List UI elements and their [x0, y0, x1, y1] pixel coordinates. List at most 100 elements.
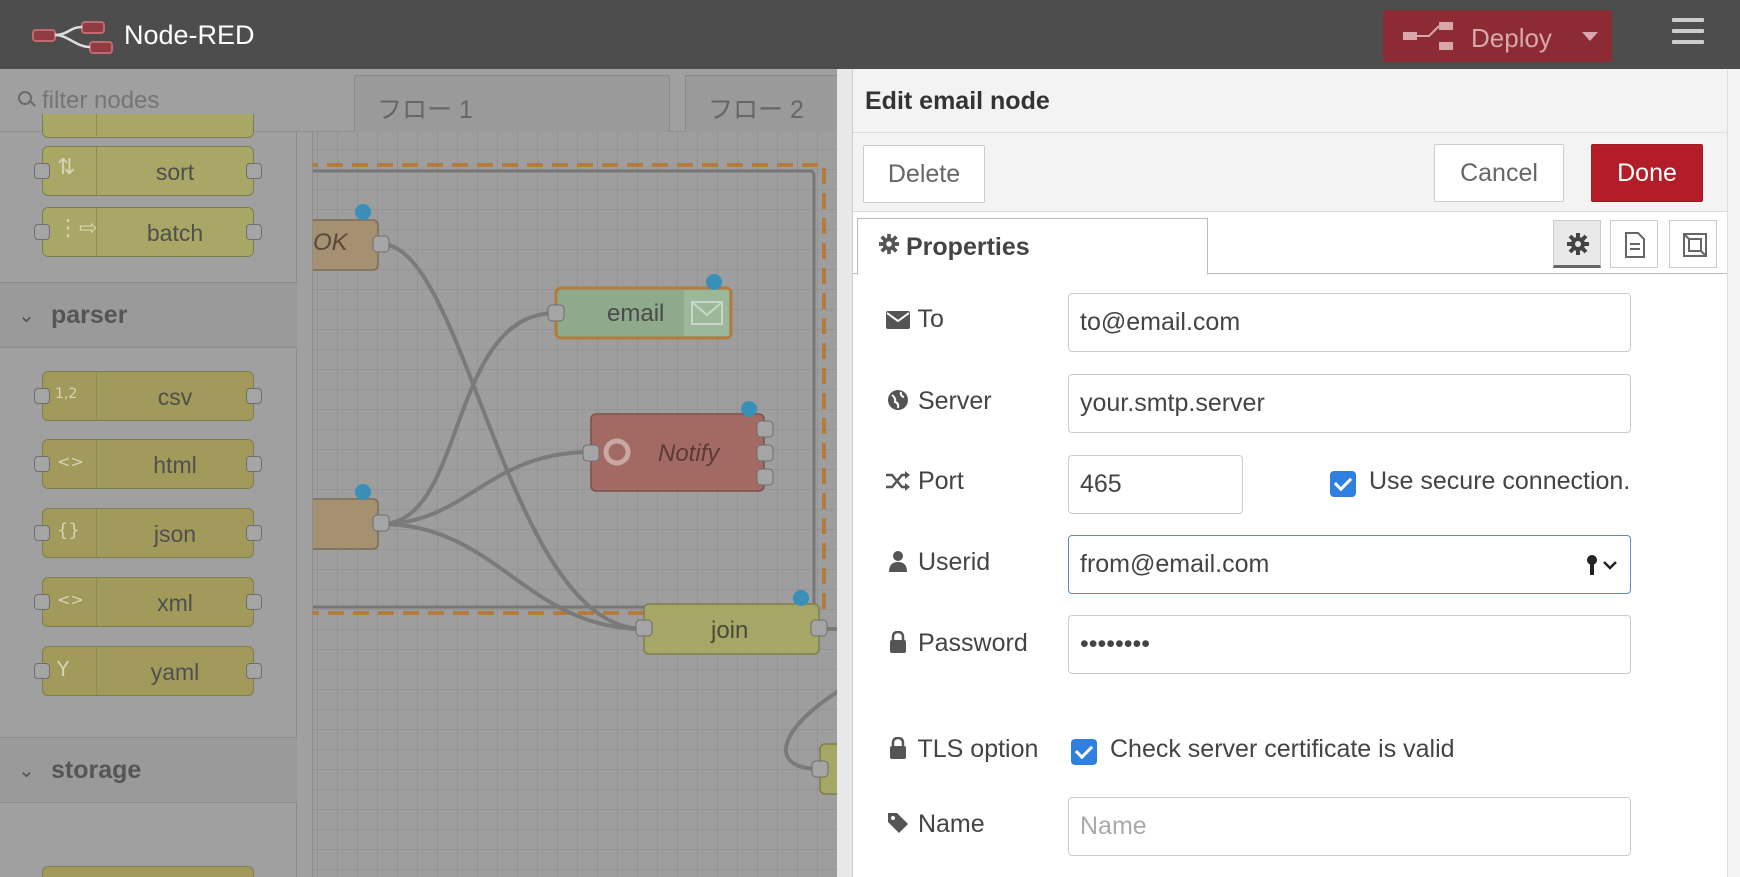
tls-option-label: TLS option [885, 735, 1038, 764]
palette-node-label: html [153, 452, 197, 478]
tab-properties[interactable]: Properties [857, 218, 1208, 275]
server-field[interactable]: your.smtp.server [1068, 374, 1631, 433]
name-label: Name [885, 810, 985, 839]
tray-scrollbar[interactable] [1727, 69, 1740, 877]
category-label: parser [51, 301, 128, 329]
password-label-text: Password [917, 629, 1028, 657]
palette-node-partial[interactable] [42, 114, 254, 138]
tab-flow-2[interactable]: フロー 2 [685, 75, 845, 132]
json-icon: {} [43, 509, 97, 557]
flow-node-email-label[interactable]: email [607, 300, 664, 328]
flow-tabs: フロー 1 フロー 2 [297, 69, 845, 132]
gear-icon [1567, 233, 1589, 255]
palette-node-batch[interactable]: ⋮⇨ batch [34, 207, 262, 257]
tab-description-icon-button[interactable] [1610, 220, 1658, 268]
gear-icon [878, 233, 900, 255]
palette-category-storage[interactable]: ⌄ storage [0, 737, 297, 803]
port-label-text: Port [917, 467, 964, 495]
palette-node-label: csv [157, 384, 193, 410]
delete-button[interactable]: Delete [863, 145, 985, 203]
xml-icon: <> [43, 578, 97, 626]
flow-canvas[interactable] [297, 69, 837, 877]
palette-node-sort[interactable]: ⇅ sort [34, 146, 262, 196]
main-menu-icon[interactable] [1672, 18, 1704, 50]
palette-node-label: batch [146, 220, 204, 246]
flow-node-notify-label[interactable]: Notify [658, 440, 719, 468]
palette-node-xml[interactable]: <> xml [34, 577, 262, 627]
secure-connection-label: Use secure connection. [1369, 467, 1631, 495]
app-title: Node-RED [124, 20, 255, 50]
tray-resize-handle[interactable] [837, 69, 853, 877]
tab-settings-icon-button[interactable] [1553, 220, 1601, 268]
editor-tabs: Properties [853, 212, 1727, 275]
name-label-text: Name [917, 810, 985, 838]
userid-field[interactable]: from@email.com [1068, 535, 1631, 594]
palette-node-partial[interactable] [42, 866, 254, 877]
tab-flow-1[interactable]: フロー 1 [354, 75, 670, 132]
port-label: Port [885, 467, 964, 496]
palette-node-csv[interactable]: 1,2 csv [34, 371, 262, 421]
server-label-text: Server [917, 387, 992, 415]
name-placeholder: Name [1080, 812, 1147, 840]
tab-appearance-icon-button[interactable] [1669, 220, 1717, 268]
deploy-icon [1403, 22, 1453, 50]
lock-icon [890, 737, 906, 759]
palette-node-json[interactable]: {} json [34, 508, 262, 558]
palette-node-html[interactable]: <> html [34, 439, 262, 489]
password-field[interactable]: •••••••• [1068, 615, 1631, 674]
deploy-label: Deploy [1471, 23, 1552, 53]
name-field[interactable]: Name [1068, 797, 1631, 856]
deploy-menu-caret-icon[interactable] [1568, 10, 1612, 62]
credential-key-dropdown-icon[interactable] [1584, 554, 1618, 576]
palette-node-label: json [153, 521, 197, 547]
category-label: storage [51, 756, 142, 784]
secure-connection-checkbox[interactable] [1330, 471, 1356, 497]
cancel-button[interactable]: Cancel [1434, 144, 1564, 202]
tray-header: Edit email node [853, 69, 1727, 133]
palette-node-yaml[interactable]: Y yaml [34, 646, 262, 696]
tls-verify-checkbox[interactable] [1071, 739, 1097, 765]
user-icon [889, 551, 907, 572]
to-field[interactable]: to@email.com [1068, 293, 1631, 352]
tag-icon [888, 813, 908, 833]
to-label: To [885, 305, 944, 334]
sort-icon: ⇅ [43, 147, 97, 195]
html-icon: <> [43, 440, 97, 488]
palette-node-label: yaml [150, 659, 200, 685]
shuffle-icon [886, 471, 910, 491]
done-button[interactable]: Done [1591, 144, 1703, 202]
batch-icon: ⋮⇨ [43, 208, 97, 256]
chevron-down-icon: ⌄ [18, 760, 35, 782]
node-palette: ⇅ sort ⋮⇨ batch ⌄ parser 1,2 csv <> html… [0, 69, 297, 877]
tab-label: フロー 2 [708, 96, 804, 124]
document-icon [1625, 232, 1645, 258]
workspace-edge [297, 132, 313, 877]
flow-node-join-label[interactable]: join [711, 617, 748, 645]
envelope-icon [886, 311, 910, 329]
userid-value: from@email.com [1080, 550, 1270, 578]
app-header: Node-RED Deploy [0, 0, 1740, 69]
userid-label-text: Userid [917, 548, 991, 576]
flow-workspace[interactable]: OK email Notify join [297, 69, 837, 877]
node-red-logo [32, 21, 113, 54]
userid-label: Userid [885, 548, 990, 577]
csv-icon: 1,2 [43, 372, 97, 420]
to-label-text: To [917, 305, 944, 333]
chevron-down-icon: ⌄ [18, 305, 35, 327]
deploy-button[interactable]: Deploy [1383, 10, 1612, 62]
flow-node-ok-label[interactable]: OK [313, 229, 348, 257]
lock-icon [890, 631, 906, 653]
tls-option-label-text: TLS option [917, 735, 1039, 763]
server-label: Server [885, 387, 992, 416]
palette-node-label: xml [157, 590, 193, 616]
tab-label: フロー 1 [377, 96, 473, 124]
port-field[interactable]: 465 [1068, 455, 1243, 514]
tray-toolbar: Delete Cancel Done [853, 133, 1727, 212]
palette-category-parser[interactable]: ⌄ parser [0, 282, 297, 348]
filter-nodes-input[interactable] [42, 87, 282, 115]
globe-icon [888, 390, 908, 410]
palette-node-label: sort [155, 159, 195, 185]
yaml-icon: Y [43, 647, 97, 695]
tab-label: Properties [906, 233, 1030, 261]
password-label: Password [885, 629, 1028, 658]
